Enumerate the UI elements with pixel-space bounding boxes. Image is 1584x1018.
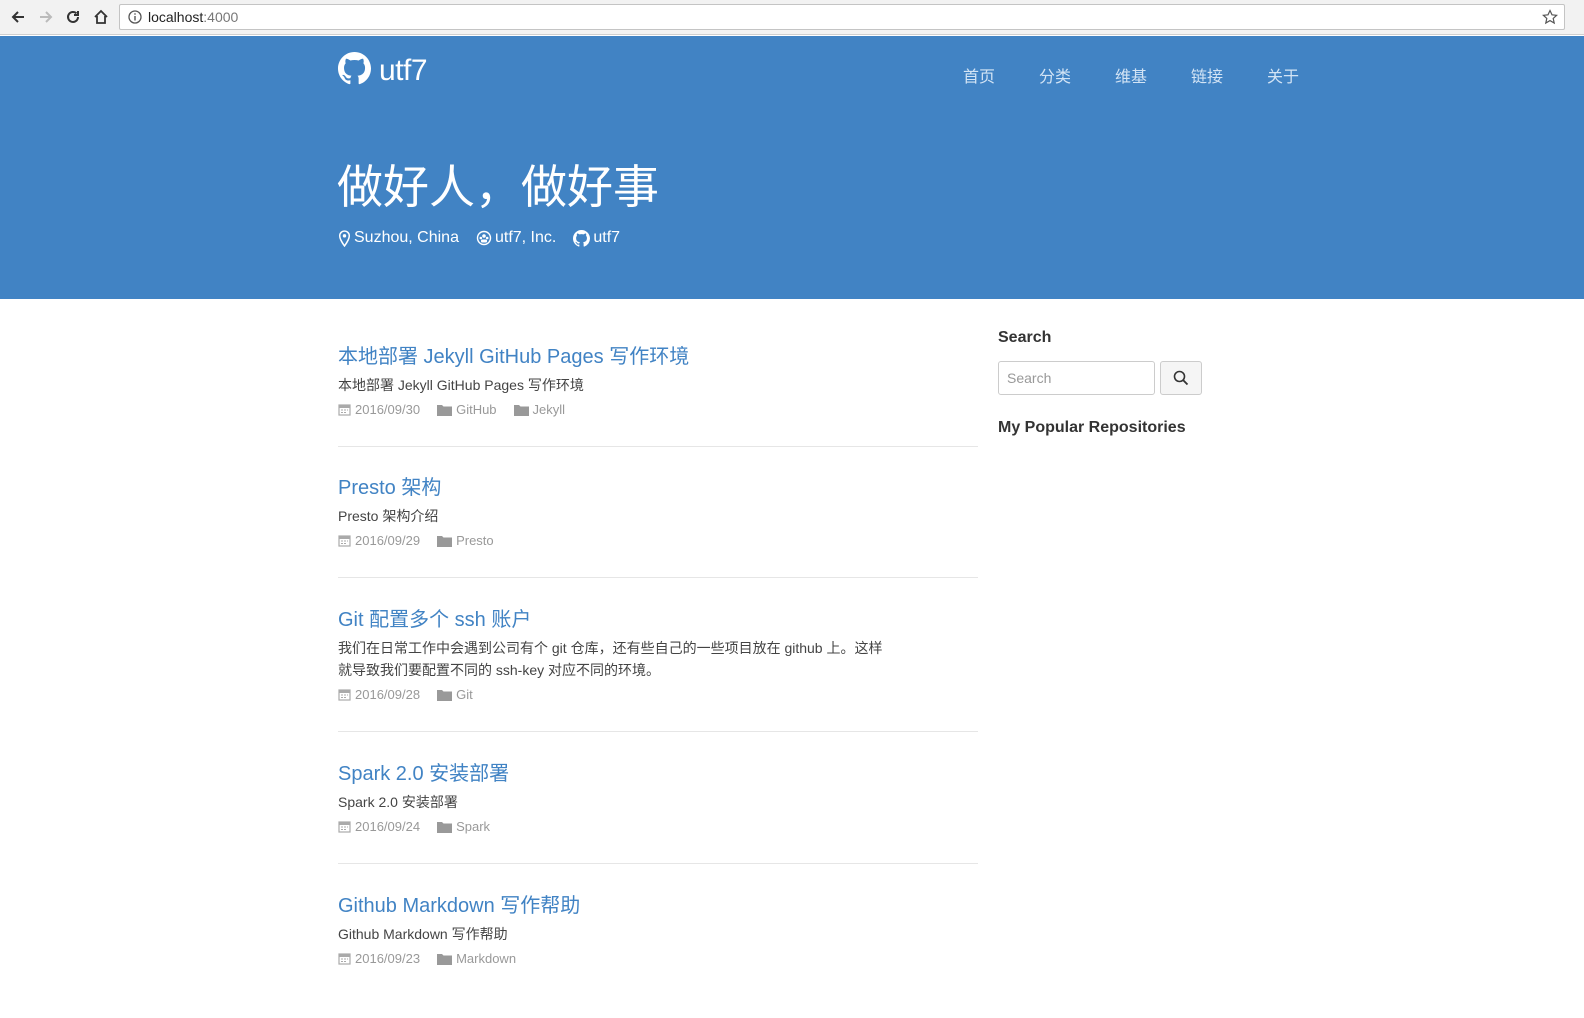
post-meta: 2016/09/29 Presto: [338, 533, 978, 548]
post-category[interactable]: Git: [437, 687, 473, 702]
post-meta: 2016/09/30 GitHub Jekyll: [338, 402, 978, 417]
location-text: Suzhou, China: [354, 229, 459, 246]
post-date-text: 2016/09/28: [355, 687, 421, 702]
folder-icon: [513, 404, 529, 416]
location-item: Suzhou, China: [338, 229, 459, 247]
forward-arrow-icon[interactable]: [35, 6, 57, 28]
folder-icon: [437, 689, 453, 701]
browser-toolbar: localhost:4000: [0, 0, 1584, 35]
post-date-text: 2016/09/29: [355, 533, 421, 548]
post-title-link[interactable]: Git 配置多个 ssh 账户: [338, 607, 978, 633]
post-date: 2016/09/29: [338, 533, 420, 548]
post-category-text: Markdown: [456, 951, 517, 966]
post-category[interactable]: Markdown: [437, 951, 516, 966]
post-category[interactable]: Spark: [437, 819, 490, 834]
post-title-link[interactable]: Spark 2.0 安装部署: [338, 761, 978, 787]
star-icon[interactable]: [1542, 9, 1558, 30]
calendar-icon: [338, 953, 351, 965]
repos-title: My Popular Repositories: [998, 419, 1186, 436]
brand-link[interactable]: utf7: [338, 52, 428, 90]
post-category-text: Jekyll: [532, 402, 566, 417]
page-tagline: 做好人，做好事: [337, 161, 659, 213]
post-meta: 2016/09/28 Git: [338, 687, 978, 702]
search-icon: [1173, 370, 1189, 386]
post-date: 2016/09/30: [338, 402, 420, 417]
company-item: utf7, Inc.: [476, 229, 556, 247]
post-item: Spark 2.0 安装部署 Spark 2.0 安装部署 2016/09/24…: [338, 732, 978, 864]
post-item: Github Markdown 写作帮助 Github Markdown 写作帮…: [338, 864, 978, 995]
post-category[interactable]: Jekyll: [513, 402, 566, 417]
post-date-text: 2016/09/30: [355, 402, 421, 417]
address-bar[interactable]: localhost:4000: [119, 4, 1565, 30]
search-button[interactable]: [1160, 361, 1202, 395]
brand-name: utf7: [379, 54, 428, 87]
profile-meta: Suzhou, China utf7, Inc. utf7: [338, 229, 637, 247]
main-nav: 首页 分类 维基 链接 关于: [963, 63, 1343, 87]
back-arrow-icon[interactable]: [7, 6, 29, 28]
post-meta: 2016/09/23 Markdown: [338, 951, 978, 966]
post-list: 本地部署 Jekyll GitHub Pages 写作环境 本地部署 Jekyl…: [338, 299, 978, 995]
search-title: Search: [998, 329, 1052, 346]
calendar-icon: [338, 404, 351, 416]
post-item: Presto 架构 Presto 架构介绍 2016/09/29 Presto: [338, 447, 978, 578]
nav-item-categories[interactable]: 分类: [1039, 63, 1073, 87]
post-date-text: 2016/09/23: [355, 951, 421, 966]
github-user-text: utf7: [593, 229, 621, 246]
nav-item-wiki[interactable]: 维基: [1115, 63, 1149, 87]
post-excerpt: Github Markdown 写作帮助: [338, 926, 508, 942]
post-excerpt: Presto 架构介绍: [338, 508, 439, 524]
calendar-icon: [338, 821, 351, 833]
search-input[interactable]: [998, 361, 1155, 395]
post-date: 2016/09/23: [338, 951, 420, 966]
post-date: 2016/09/28: [338, 687, 420, 702]
reload-icon[interactable]: [62, 6, 84, 28]
address-url: localhost:4000: [148, 9, 238, 25]
folder-icon: [437, 535, 453, 547]
calendar-icon: [338, 535, 351, 547]
post-meta: 2016/09/24 Spark: [338, 819, 978, 834]
sidebar: Search My Popular Repositories: [998, 329, 1218, 437]
folder-icon: [437, 821, 453, 833]
post-category-text: Presto: [456, 533, 494, 548]
post-category-text: Git: [456, 687, 473, 702]
nav-item-home[interactable]: 首页: [963, 63, 997, 87]
nav-item-about[interactable]: 关于: [1267, 63, 1301, 87]
company-text: utf7, Inc.: [494, 229, 557, 246]
post-excerpt: 我们在日常工作中会遇到公司有个 git 仓库，还有些自己的一些项目放在 gith…: [338, 640, 883, 678]
post-title-link[interactable]: Github Markdown 写作帮助: [338, 893, 978, 919]
home-icon[interactable]: [90, 6, 112, 28]
github-logo-icon: [338, 52, 371, 90]
search-form: [998, 361, 1218, 395]
post-category-text: GitHub: [456, 402, 497, 417]
post-title-link[interactable]: Presto 架构: [338, 475, 978, 501]
nav-item-links[interactable]: 链接: [1191, 63, 1225, 87]
post-category[interactable]: Presto: [437, 533, 494, 548]
post-title-link[interactable]: 本地部署 Jekyll GitHub Pages 写作环境: [338, 344, 978, 370]
post-excerpt: 本地部署 Jekyll GitHub Pages 写作环境: [338, 377, 584, 393]
folder-icon: [437, 404, 453, 416]
post-category[interactable]: GitHub: [437, 402, 497, 417]
post-category-text: Spark: [456, 819, 491, 834]
site-header: utf7 首页 分类 维基 链接 关于 做好人，做好事 Suzhou, Chin…: [0, 36, 1584, 299]
github-icon: [573, 229, 591, 247]
post-item: 本地部署 Jekyll GitHub Pages 写作环境 本地部署 Jekyl…: [338, 299, 978, 447]
post-date-text: 2016/09/24: [355, 819, 421, 834]
post-date: 2016/09/24: [338, 819, 420, 834]
info-icon[interactable]: [127, 9, 143, 25]
url-host: localhost: [148, 9, 204, 25]
post-item: Git 配置多个 ssh 账户 我们在日常工作中会遇到公司有个 git 仓库，还…: [338, 578, 978, 732]
location-pin-icon: [338, 229, 351, 247]
organization-icon: [476, 230, 492, 246]
calendar-icon: [338, 689, 351, 701]
post-excerpt: Spark 2.0 安装部署: [338, 794, 458, 810]
github-user-item[interactable]: utf7: [573, 229, 620, 247]
folder-icon: [437, 953, 453, 965]
url-port: :4000: [203, 9, 239, 25]
